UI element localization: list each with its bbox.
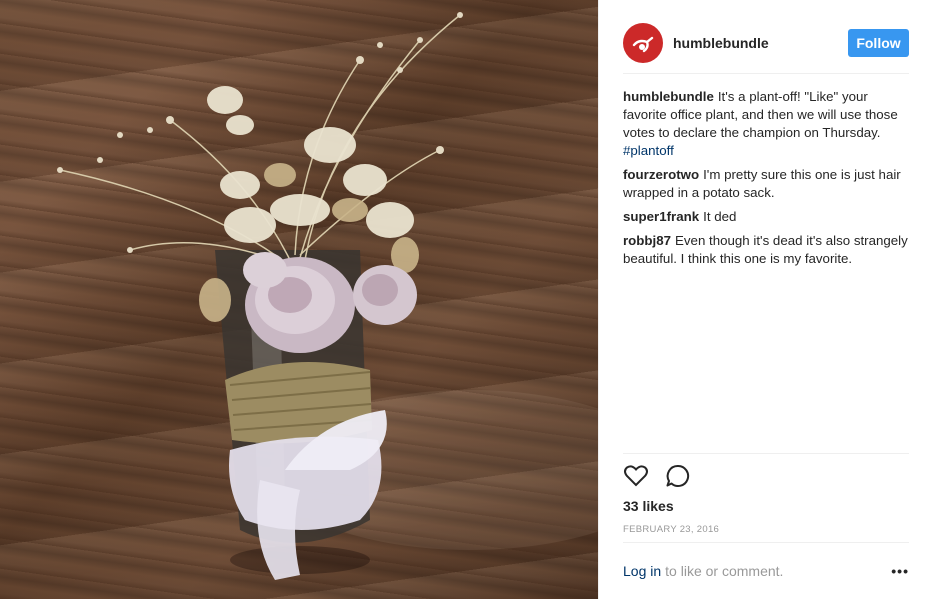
dried-flower-vase-image (57, 12, 598, 580)
login-prompt-text: to like or comment. (665, 563, 784, 579)
post-sidebar: humblebundle Follow humblebundle It's a p… (598, 0, 931, 599)
heart-icon (624, 465, 648, 487)
likes-count[interactable]: 33 likes (623, 498, 674, 514)
post-date: FEBRUARY 23, 2016 (623, 524, 720, 535)
caption: humblebundle It's a plant-off! "Like" you… (623, 88, 913, 160)
comment-username[interactable]: fourzerotwo (623, 167, 699, 182)
comment-item: robbj87 Even though it's dead it's also s… (623, 232, 913, 268)
like-button[interactable] (623, 464, 649, 493)
login-link[interactable]: Log in (623, 563, 661, 579)
follow-button[interactable]: Follow (848, 28, 909, 57)
speech-bubble-icon (666, 464, 690, 487)
comment-username[interactable]: robbj87 (623, 233, 671, 248)
comment-item: fourzerotwo I'm pretty sure this one is j… (623, 166, 913, 202)
humblebundle-logo-icon (632, 36, 654, 52)
comments-list: humblebundle It's a plant-off! "Like" you… (623, 88, 913, 274)
comment-button[interactable] (665, 464, 691, 493)
post-header: humblebundle Follow (623, 16, 909, 74)
author-username[interactable]: humblebundle (673, 35, 769, 51)
comment-item: super1frank It ded (623, 208, 913, 226)
comment-footer: Log in to like or comment. ••• (623, 542, 909, 599)
caption-username[interactable]: humblebundle (623, 89, 714, 104)
hashtag-link[interactable]: #plantoff (623, 143, 674, 158)
avatar[interactable] (623, 22, 663, 63)
comment-username[interactable]: super1frank (623, 209, 699, 224)
more-options-button[interactable]: ••• (891, 563, 909, 579)
post-photo[interactable] (0, 0, 598, 599)
comment-text: It ded (703, 209, 737, 224)
post-actions (623, 453, 909, 493)
